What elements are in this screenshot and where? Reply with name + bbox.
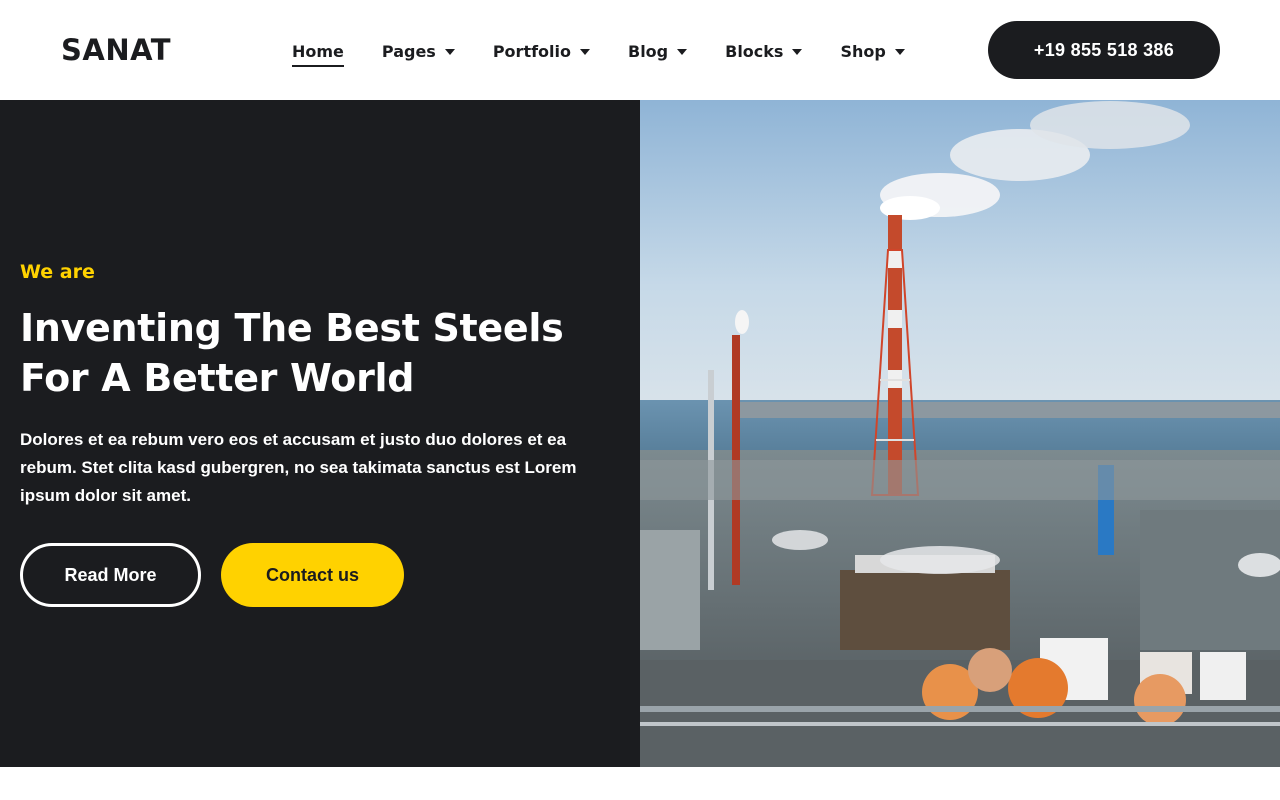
nav-item-blocks[interactable]: Blocks	[725, 37, 803, 65]
caret-down-icon	[677, 48, 688, 55]
nav-item-label: Portfolio	[492, 41, 571, 61]
nav-item-portfolio[interactable]: Portfolio	[493, 37, 590, 65]
nav-item-label: Shop	[840, 41, 886, 61]
hero-text-panel: We are Inventing The Best Steels For A B…	[0, 100, 640, 767]
nav-item-label: Blog	[628, 41, 669, 61]
hero-headline-line1: Inventing The Best Steels	[20, 306, 564, 350]
read-more-button[interactable]: Read More	[20, 543, 201, 607]
nav-item-label: Pages	[381, 41, 436, 61]
nav-item-label: Blocks	[725, 41, 784, 61]
hero-description: Dolores et ea rebum vero eos et accusam …	[20, 430, 577, 505]
nav-item-shop[interactable]: Shop	[840, 37, 905, 65]
caret-down-icon	[792, 48, 803, 55]
caret-down-icon	[444, 48, 455, 55]
hero-headline: Inventing The Best Steels For A Better W…	[20, 303, 620, 403]
nav-item-label: Home	[292, 41, 344, 61]
logo[interactable]: SANAT	[61, 33, 171, 67]
main-nav: Home Pages Portfolio Blog Blocks Shop	[292, 37, 905, 67]
caret-down-icon	[894, 48, 905, 55]
contact-us-button[interactable]: Contact us	[221, 543, 404, 607]
site-header: SANAT Home Pages Portfolio Blog Blocks S…	[0, 0, 1280, 100]
hero-headline-line2: For A Better World	[20, 356, 415, 400]
industrial-plant-photo-icon	[640, 100, 1280, 767]
nav-item-blog[interactable]: Blog	[628, 37, 688, 65]
nav-item-home[interactable]: Home	[292, 37, 344, 67]
phone-button[interactable]: +19 855 518 386	[988, 21, 1220, 79]
hero-eyebrow: We are	[20, 261, 95, 283]
caret-down-icon	[580, 48, 590, 55]
nav-item-pages[interactable]: Pages	[382, 37, 455, 65]
hero-image	[640, 100, 1280, 767]
